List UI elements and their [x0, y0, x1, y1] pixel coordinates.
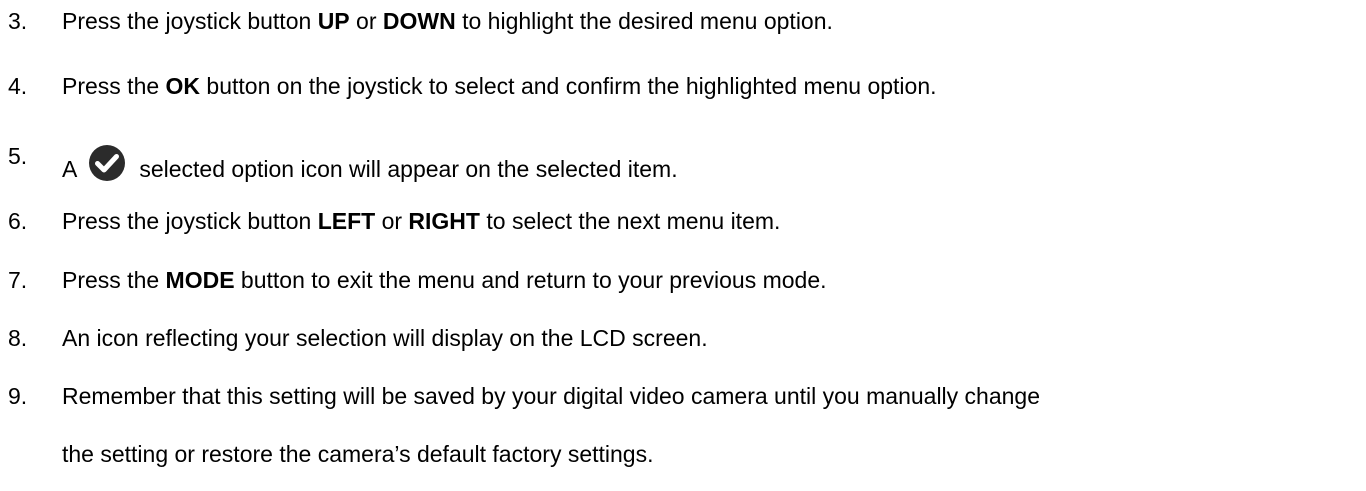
step-text: An icon reflecting your selection will d…: [62, 325, 708, 351]
step-text: Aselected option icon will appear on the…: [62, 143, 678, 183]
bold-keyword: LEFT: [317, 208, 376, 234]
bold-keyword: DOWN: [382, 8, 456, 34]
step-number: 7.: [8, 267, 28, 293]
step-text: the setting or restore the camera’s defa…: [62, 441, 654, 467]
step-number: 6.: [8, 208, 28, 234]
step-number: 3.: [8, 8, 28, 34]
bold-keyword: RIGHT: [408, 208, 480, 234]
step-text: Press the joystick button UP or DOWN to …: [62, 8, 833, 34]
step-number: 9.: [8, 383, 28, 409]
checkmark-circle-icon: [87, 143, 127, 183]
step-number: 4.: [8, 73, 28, 99]
step-text: Press the OK button on the joystick to s…: [62, 73, 937, 99]
bold-keyword: UP: [317, 8, 350, 34]
step-text: Press the MODE button to exit the menu a…: [62, 267, 827, 293]
instruction-list: 3. Press the joystick button UP or DOWN …: [0, 0, 1366, 491]
bold-keyword: MODE: [165, 267, 235, 293]
step-number: 8.: [8, 325, 28, 351]
bold-keyword: OK: [165, 73, 201, 99]
step-text: Remember that this setting will be saved…: [62, 383, 1041, 409]
step-number: 5.: [8, 143, 28, 169]
step-text: Press the joystick button LEFT or RIGHT …: [62, 208, 781, 234]
